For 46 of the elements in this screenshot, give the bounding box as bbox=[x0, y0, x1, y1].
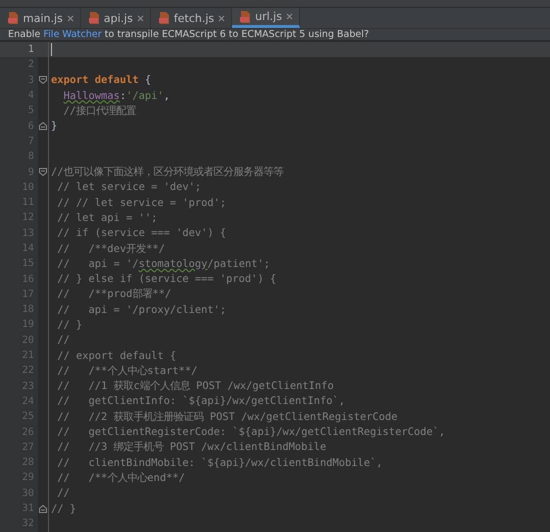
code-line: Hallowmas:'/api', bbox=[62, 90, 170, 102]
file-tab[interactable]: url.js bbox=[232, 8, 300, 28]
code-line: // bbox=[56, 334, 70, 346]
code-line: // export default { bbox=[56, 350, 176, 362]
close-icon[interactable] bbox=[66, 14, 74, 22]
js-file-icon bbox=[240, 10, 252, 22]
js-file-icon bbox=[158, 12, 170, 24]
code-line: // } bbox=[56, 318, 82, 331]
code-line: // } bbox=[51, 502, 76, 515]
code-line: // /**dev开发**/ bbox=[56, 242, 165, 256]
file-tab[interactable]: main.js bbox=[0, 8, 81, 28]
code-line: // /**个人中心end**/ bbox=[56, 470, 185, 485]
code-line: } bbox=[51, 120, 58, 132]
text-caret bbox=[51, 43, 52, 56]
file-watcher-link[interactable]: File Watcher bbox=[43, 29, 102, 40]
code-line: // getClientInfo: `${api}/wx/getClientInfo`, bbox=[56, 395, 346, 408]
code-line: // //1 获取c端个人信息 POST /wx/getClientInfo bbox=[56, 379, 334, 394]
fold-icon[interactable] bbox=[39, 168, 47, 176]
close-icon[interactable] bbox=[218, 14, 226, 22]
code-line: // api = '/stomatology/patient'; bbox=[56, 258, 270, 270]
close-icon[interactable] bbox=[286, 13, 293, 20]
code-line: // api = '/proxy/client'; bbox=[56, 304, 226, 316]
code-line: // bbox=[56, 487, 70, 500]
js-file-icon bbox=[8, 12, 19, 24]
code-line: // if (service === 'dev') { bbox=[56, 227, 226, 240]
code-line: //接口代理配置 bbox=[62, 104, 136, 118]
code-line: // // let service = 'prod'; bbox=[56, 196, 226, 209]
code-line: export default { bbox=[51, 74, 152, 86]
code-line: // } else if (service === 'prod') { bbox=[56, 273, 276, 286]
fold-icon[interactable] bbox=[39, 76, 47, 84]
notification-message: Enable File Watcher to transpile ECMAScript 6 to ECMAScript 5 using Babel? bbox=[0, 29, 550, 40]
code-line: // let api = ''; bbox=[56, 212, 158, 224]
js-file-icon bbox=[88, 12, 100, 24]
code-line: // clientBindMobile: `${api}/wx/clientBindMobile`, bbox=[56, 456, 383, 469]
code-line: // /**prod部署**/ bbox=[56, 287, 172, 302]
code-line: // //2 获取手机注册验证码 POST /wx/getClientRegisterCode bbox=[56, 410, 398, 424]
fold-icon[interactable] bbox=[39, 122, 47, 130]
close-icon[interactable] bbox=[136, 14, 144, 22]
code-line: // //3 绑定手机号 POST /wx/clientBindMobile bbox=[56, 440, 326, 454]
code-line: // let service = 'dev'; bbox=[56, 181, 202, 194]
file-tab[interactable]: api.js bbox=[80, 8, 151, 28]
code-line: //也可以像下面这样，区分环境或者区分服务器等等 bbox=[51, 165, 284, 180]
fold-icon[interactable] bbox=[39, 504, 47, 513]
code-line: // getClientRegisterCode: `${api}/wx/getClientRegisterCode`, bbox=[56, 426, 446, 438]
code-line: // /**个人中心start**/ bbox=[56, 364, 198, 378]
line-number: 1 bbox=[28, 44, 34, 56]
